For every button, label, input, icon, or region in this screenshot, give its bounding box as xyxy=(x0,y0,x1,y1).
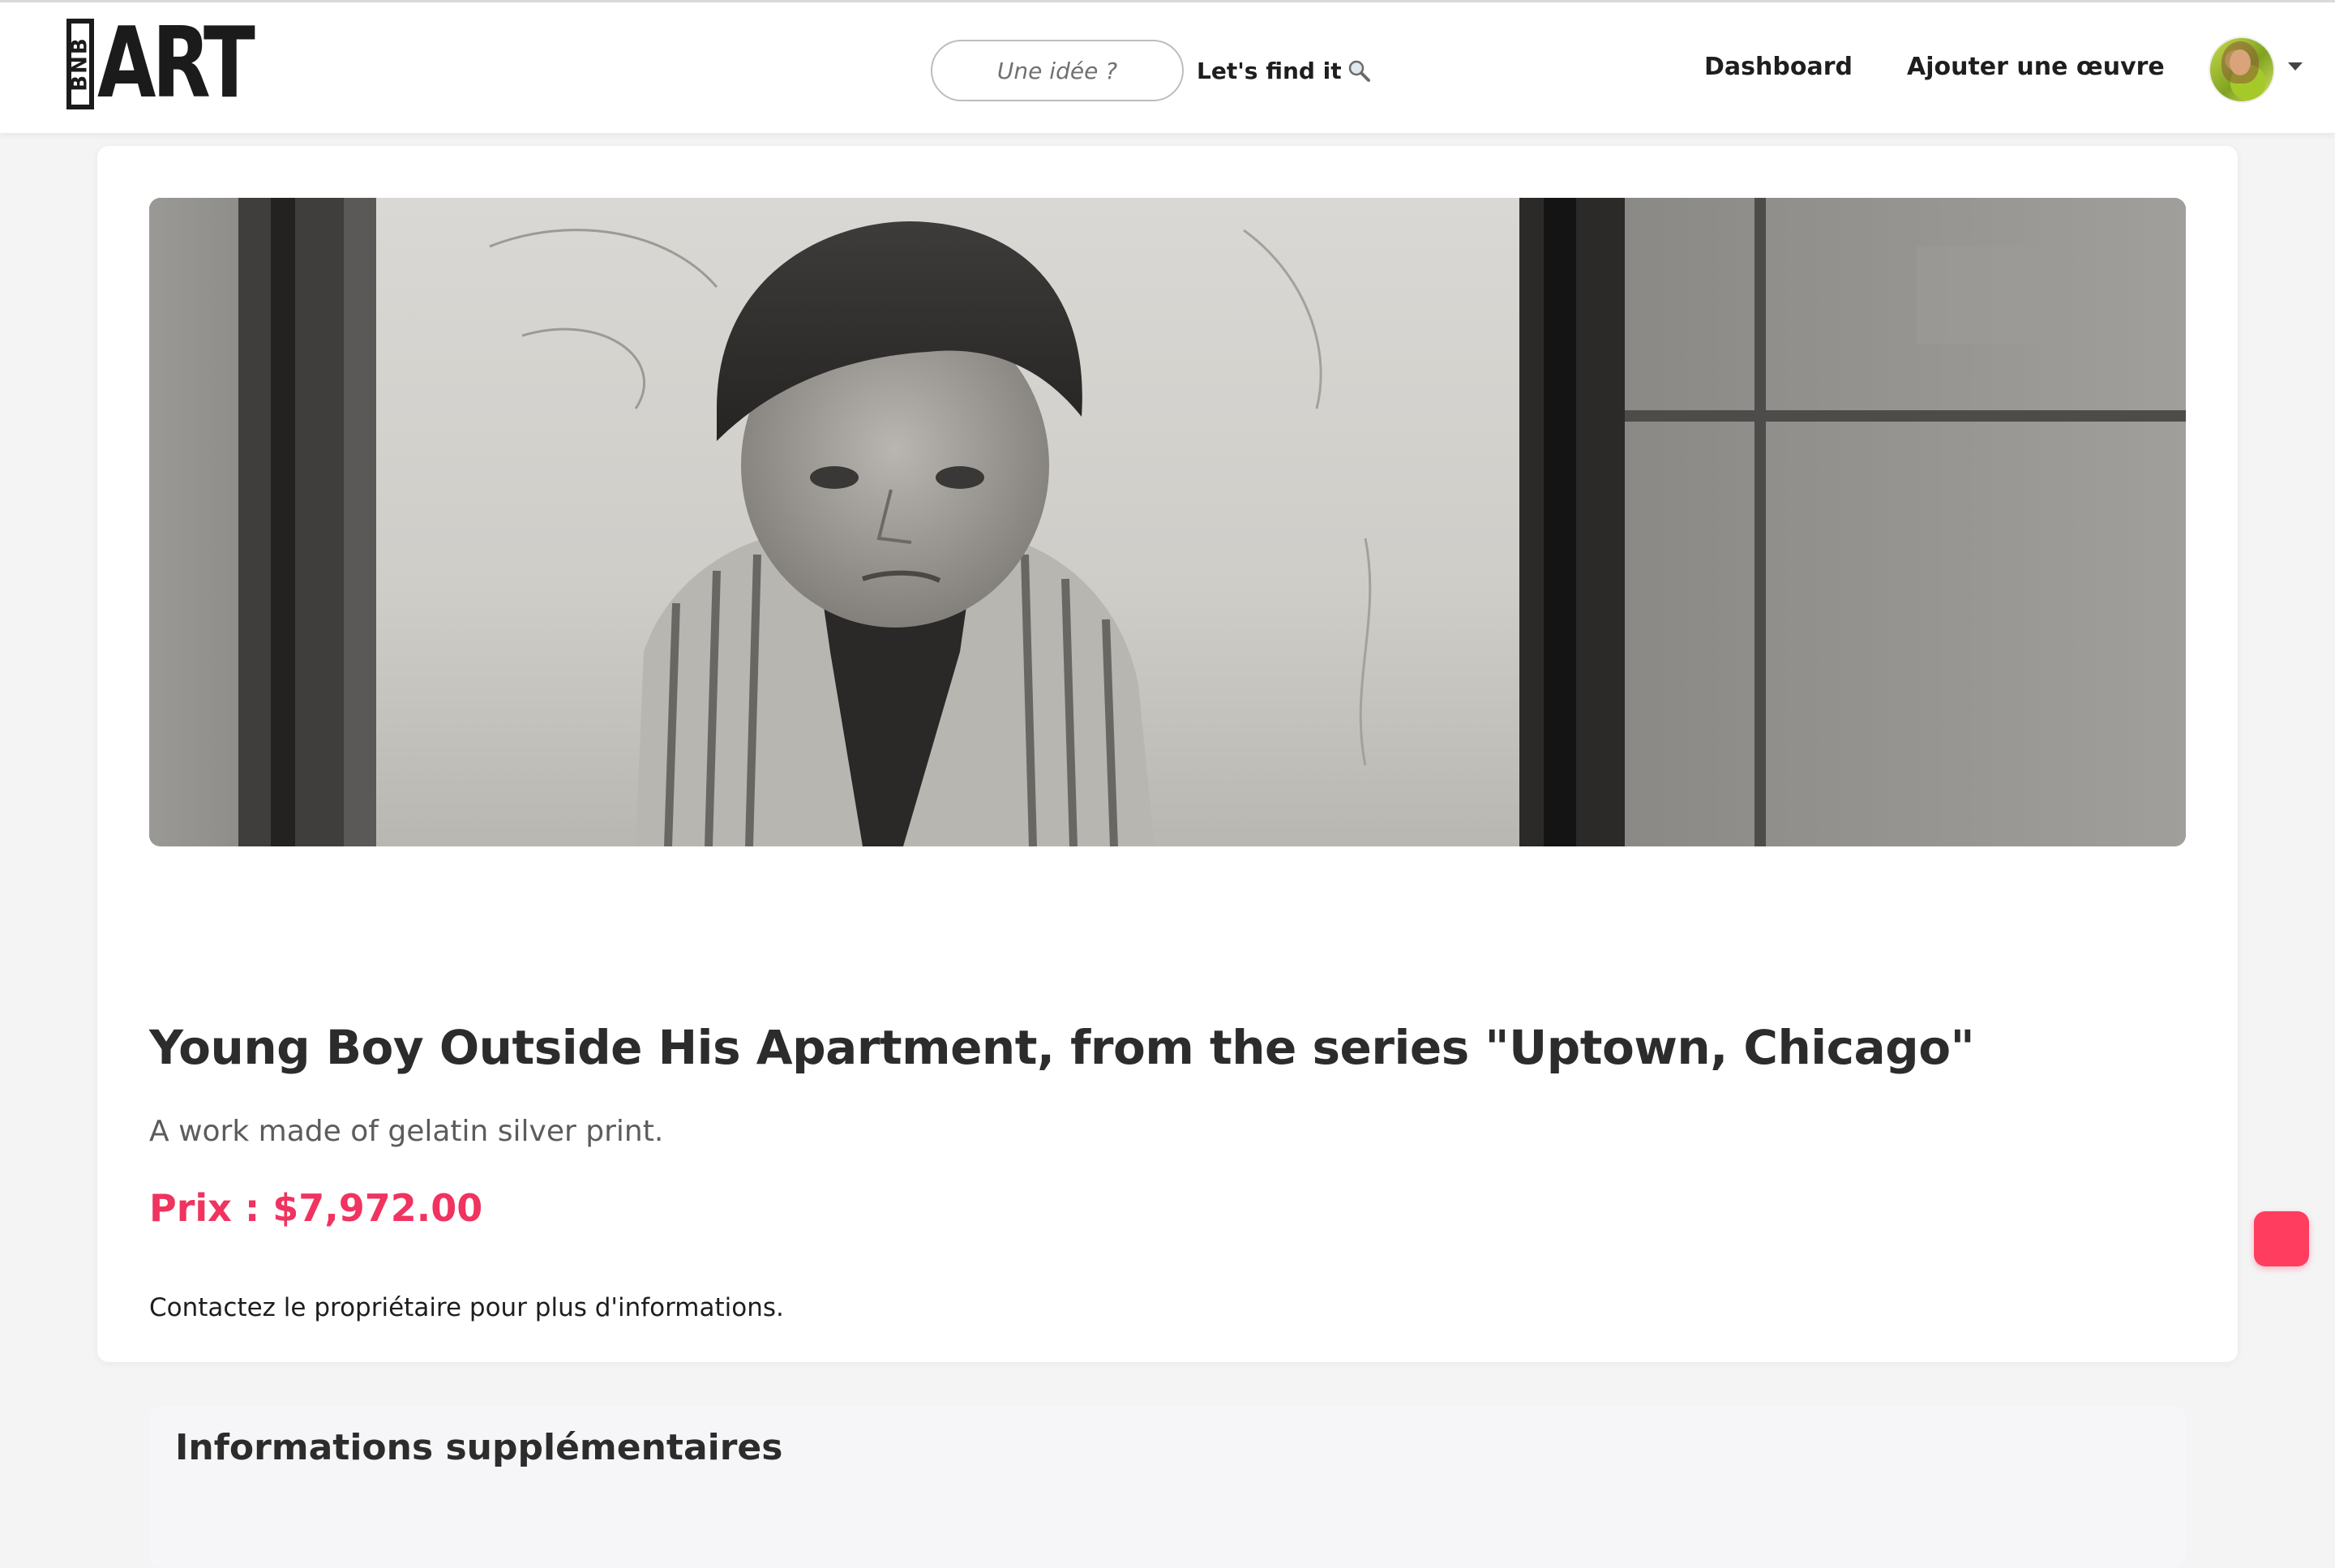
find-button[interactable]: Let's find it xyxy=(1197,51,1371,90)
bnb-art-logo[interactable]: BNB ART xyxy=(66,7,295,120)
artwork-photo-image xyxy=(149,198,2186,846)
artwork-price: Prix : $7,972.00 xyxy=(149,1186,483,1230)
contact-owner-text: Contactez le propriétaire pour plus d'in… xyxy=(149,1293,784,1322)
magnifier-icon xyxy=(1348,60,1370,82)
logo-box: BNB xyxy=(66,19,94,109)
top-navbar: BNB ART Let's find it Dashboard Ajouter … xyxy=(0,0,2335,133)
floating-action-button[interactable] xyxy=(2254,1211,2309,1266)
artwork-card: Young Boy Outside His Apartment, from th… xyxy=(97,146,2238,1568)
caret-down-icon[interactable] xyxy=(2288,62,2303,71)
search-input[interactable] xyxy=(931,40,1184,101)
logo-word: ART xyxy=(97,7,255,120)
artwork-title: Young Boy Outside His Apartment, from th… xyxy=(149,1020,1975,1075)
additional-info-panel: Informations supplémentaires xyxy=(149,1406,2186,1568)
nav-dashboard-link[interactable]: Dashboard xyxy=(1704,53,1853,81)
user-avatar[interactable] xyxy=(2209,36,2275,103)
additional-info-title: Informations supplémentaires xyxy=(175,1427,783,1468)
find-button-label: Let's find it xyxy=(1197,57,1342,84)
avatar-face xyxy=(2230,49,2251,75)
nav-add-artwork-link[interactable]: Ajouter une œuvre xyxy=(1907,53,2165,81)
artwork-description: A work made of gelatin silver print. xyxy=(149,1115,664,1148)
logo-box-text: BNB xyxy=(68,36,92,92)
artwork-photo xyxy=(149,198,2186,846)
